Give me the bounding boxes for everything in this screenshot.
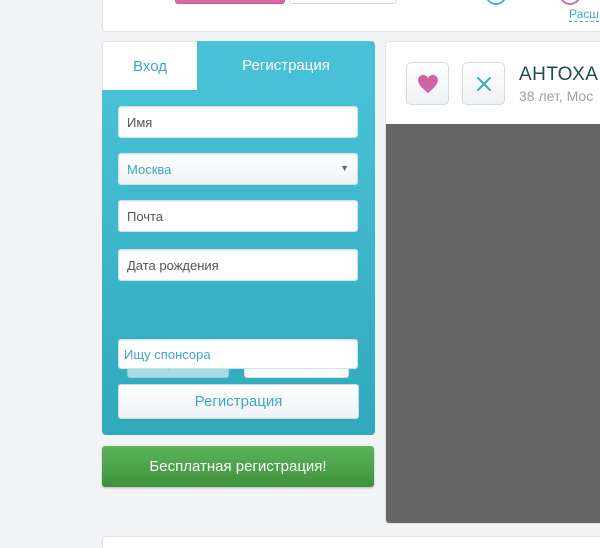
top-bar: Расш [102, 0, 600, 32]
auth-widget: Вход Регистрация Имя Москва ▼ Почта Дата… [102, 41, 375, 435]
heart-icon [417, 74, 438, 93]
seeking-field[interactable]: Ищу спонсора [118, 339, 358, 369]
expand-link[interactable]: Расш [569, 7, 599, 22]
tab-login[interactable]: Вход [102, 41, 198, 90]
email-field[interactable]: Почта [118, 200, 358, 232]
profile-card: АНТОХА 38 лет, Мос [385, 41, 600, 524]
top-circle-icon[interactable] [485, 0, 507, 5]
registration-panel: Имя Москва ▼ Почта Дата рождения Я мужчи… [102, 90, 375, 435]
profile-name[interactable]: АНТОХА [519, 64, 598, 86]
like-button[interactable] [406, 62, 449, 105]
birthdate-field[interactable]: Дата рождения [118, 249, 358, 281]
profile-meta: 38 лет, Мос [519, 88, 594, 104]
close-icon [476, 76, 491, 91]
bottom-card [102, 536, 600, 548]
top-secondary-button[interactable] [289, 0, 397, 4]
free-register-button[interactable]: Бесплатная регистрация! [102, 446, 374, 487]
top-pink-button[interactable] [175, 0, 285, 4]
top-circle-pink-icon[interactable] [559, 0, 581, 5]
city-select[interactable]: Москва ▼ [118, 153, 358, 185]
dismiss-button[interactable] [462, 62, 505, 105]
profile-photo[interactable] [386, 124, 600, 523]
name-field[interactable]: Имя [118, 106, 358, 138]
city-value: Москва [127, 161, 172, 177]
tab-register[interactable]: Регистрация [197, 41, 375, 90]
dropdown-caret-icon: ▼ [340, 163, 349, 173]
register-submit-button[interactable]: Регистрация [118, 384, 359, 419]
